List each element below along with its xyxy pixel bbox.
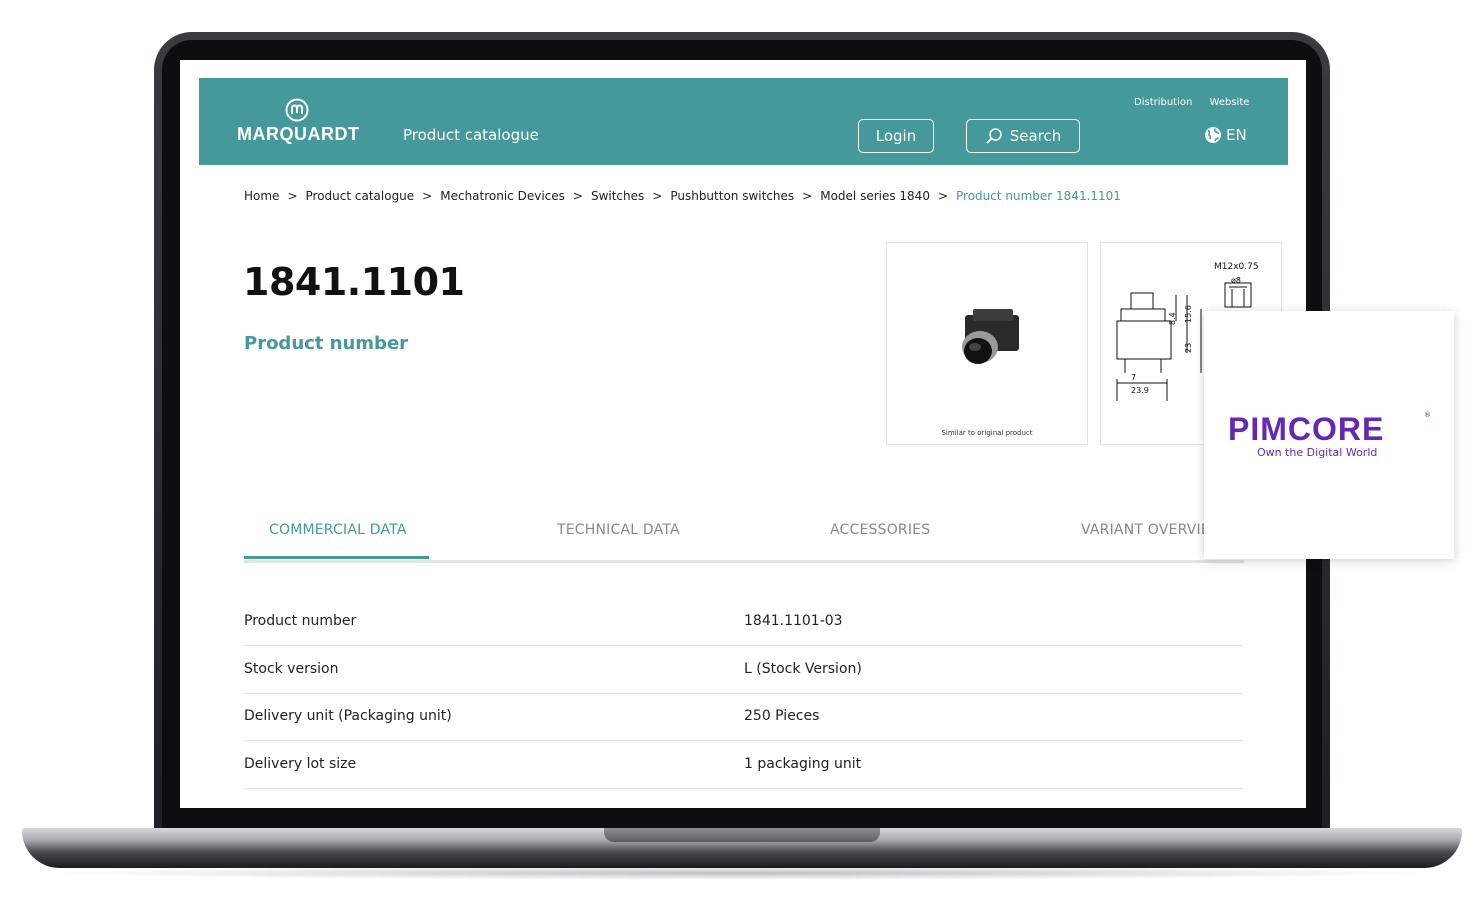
breadcrumb: Home > Product catalogue > Mechatronic Devic… (244, 189, 1121, 203)
breadcrumb-catalogue[interactable]: Product catalogue (306, 189, 415, 203)
search-button[interactable]: Search (966, 119, 1080, 153)
site-header: MARQUARDT Product catalogue Login Search… (199, 78, 1288, 165)
breadcrumb-separator: > (937, 189, 949, 203)
row-key: Product number (244, 613, 357, 629)
drawing-label-23: 23 (1184, 343, 1193, 353)
laptop-shadow (40, 866, 1440, 880)
laptop-notch (604, 828, 880, 842)
pimcore-registered-mark: ® (1424, 411, 1431, 419)
drawing-label-diameter: ø8 (1231, 276, 1241, 285)
breadcrumb-separator: > (422, 189, 433, 203)
breadcrumb-home[interactable]: Home (244, 189, 279, 203)
photo-caption: Similar to original product (941, 429, 1033, 437)
row-value: L (Stock Version) (744, 661, 862, 677)
drawing-label-23-9: 23.9 (1131, 386, 1149, 395)
website-link[interactable]: Website (1210, 97, 1250, 108)
product-number-title: 1841.1101 (243, 260, 465, 304)
table-row: Delivery unit (Packaging unit) 250 Piece… (244, 693, 1243, 741)
drawing-label-8-4: 8.4 (1168, 312, 1177, 325)
logo-text: MARQUARDT (237, 124, 360, 144)
table-row: Product number 1841.1101-03 (244, 598, 1243, 646)
breadcrumb-pushbutton[interactable]: Pushbutton switches (670, 189, 794, 203)
product-tabs: COMMERCIAL DATA TECHNICAL DATA ACCESSORI… (244, 520, 1244, 563)
globe-icon (1205, 127, 1221, 143)
breadcrumb-switches[interactable]: Switches (591, 189, 644, 203)
tab-accessories[interactable]: ACCESSORIES (830, 522, 930, 538)
breadcrumb-mechatronic[interactable]: Mechatronic Devices (440, 189, 565, 203)
marquardt-logo-icon (285, 98, 309, 122)
pimcore-card: PIMCORE ® Own the Digital World (1204, 311, 1454, 559)
login-label: Login (875, 127, 917, 145)
table-row: Stock version L (Stock Version) (244, 646, 1243, 694)
breadcrumb-separator: > (802, 189, 813, 203)
drawing-label-15-6: 15.6 (1184, 305, 1193, 323)
distribution-link[interactable]: Distribution (1134, 97, 1192, 108)
tab-variant-overview[interactable]: VARIANT OVERVIE (1081, 522, 1210, 538)
drawing-label-thread: M12x0.75 (1214, 262, 1259, 272)
tab-commercial-data[interactable]: COMMERCIAL DATA (269, 522, 407, 538)
row-key: Stock version (244, 661, 339, 677)
login-button[interactable]: Login (858, 119, 934, 153)
row-key: Delivery unit (Packaging unit) (244, 708, 452, 724)
breadcrumb-separator: > (652, 189, 663, 203)
browser-screen: MARQUARDT Product catalogue Login Search… (180, 60, 1306, 808)
tab-technical-data[interactable]: TECHNICAL DATA (557, 522, 680, 538)
breadcrumb-separator: > (572, 189, 583, 203)
product-number-label: Product number (244, 333, 409, 354)
product-photo (962, 309, 1019, 364)
language-selector[interactable]: EN (1204, 126, 1247, 144)
search-label: Search (1009, 127, 1062, 145)
marquardt-logo[interactable]: MARQUARDT (237, 98, 360, 148)
product-photo-card[interactable]: Similar to original product (886, 242, 1088, 445)
search-icon (986, 128, 1002, 144)
breadcrumb-model-series[interactable]: Model series 1840 (820, 189, 930, 203)
breadcrumb-separator: > (287, 189, 298, 203)
table-row: Delivery lot size 1 packaging unit (244, 741, 1243, 789)
row-value: 1841.1101-03 (744, 613, 843, 629)
pimcore-tagline: Own the Digital World (1257, 446, 1378, 459)
row-value: 250 Pieces (744, 708, 820, 724)
row-key: Delivery lot size (244, 756, 357, 772)
breadcrumb-current: Product number 1841.1101 (956, 189, 1121, 203)
active-tab-indicator (244, 556, 429, 559)
row-value: 1 packaging unit (744, 756, 862, 772)
language-label: EN (1226, 126, 1247, 144)
drawing-label-7: 7 (1131, 373, 1136, 382)
pimcore-logo: PIMCORE (1228, 411, 1385, 447)
top-links: Distribution Website (1134, 97, 1263, 108)
header-title[interactable]: Product catalogue (403, 126, 539, 144)
